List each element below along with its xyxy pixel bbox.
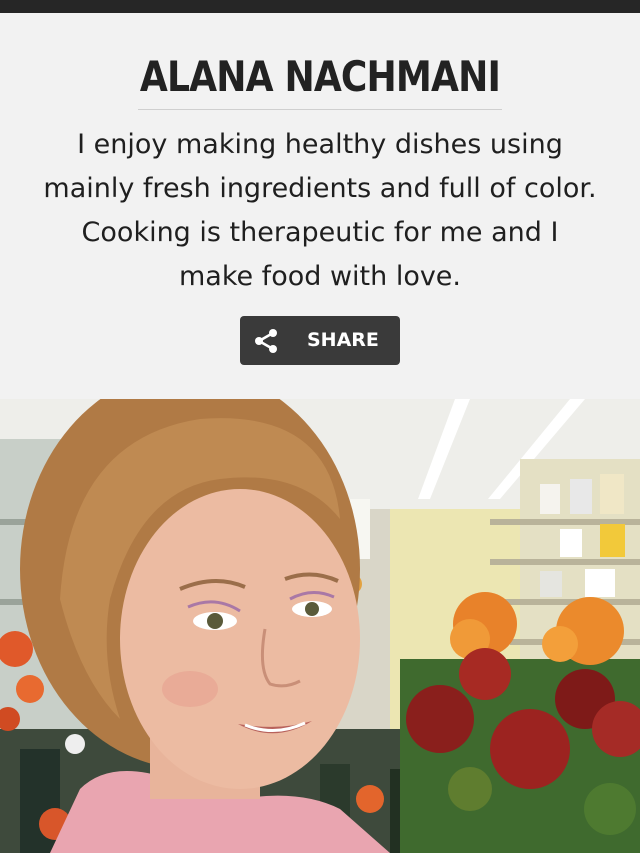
author-photo [0, 399, 640, 853]
top-bar [0, 0, 640, 13]
bio-line: mainly fresh ingredients and full of col… [43, 173, 597, 204]
bio-line: Cooking is therapeutic for me and I [81, 217, 559, 248]
author-bio: I enjoy making healthy dishes using main… [20, 123, 620, 299]
bio-line: I enjoy making healthy dishes using [77, 129, 563, 160]
author-photo-illustration [0, 399, 640, 853]
share-icon [255, 329, 277, 353]
author-profile-card: ALANA NACHMANI I enjoy making healthy di… [0, 13, 640, 399]
bio-line: make food with love. [178, 261, 462, 292]
author-name: ALANA NACHMANI [139, 52, 501, 101]
share-label: SHARE [307, 329, 379, 351]
name-divider [138, 109, 502, 110]
share-button[interactable]: SHARE [240, 316, 400, 365]
